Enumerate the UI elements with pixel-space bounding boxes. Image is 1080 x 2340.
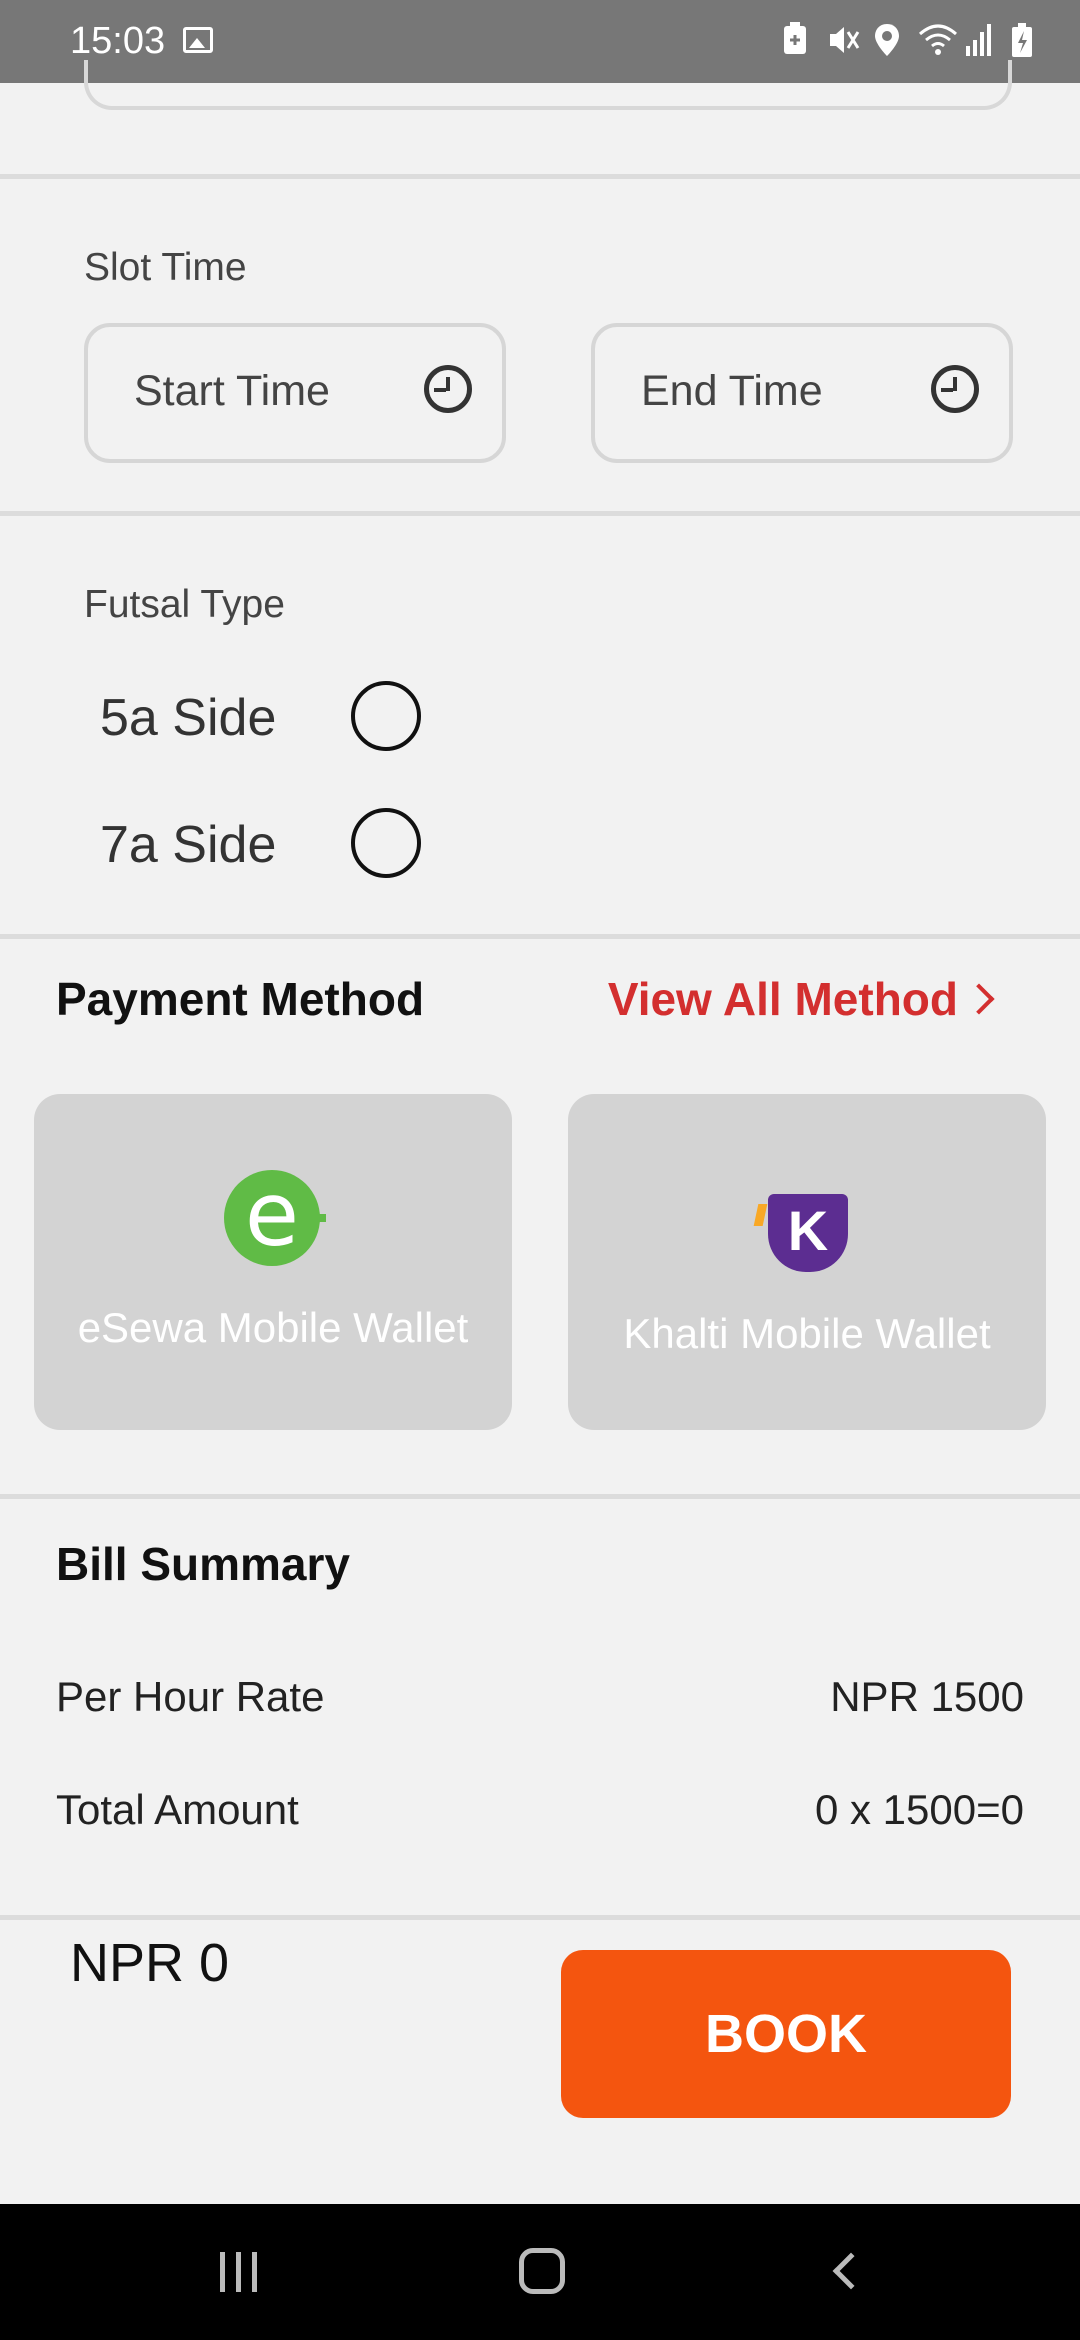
payment-method-title: Payment Method (56, 973, 425, 1025)
location-icon (872, 22, 902, 58)
wifi-icon (918, 22, 957, 58)
esewa-logo-icon: e (224, 1170, 326, 1266)
divider (0, 1915, 1080, 1920)
esewa-wallet-card[interactable]: e eSewa Mobile Wallet (34, 1094, 512, 1430)
clock-icon[interactable] (424, 365, 472, 413)
option-5a-side-radio[interactable] (351, 681, 421, 751)
total-price: NPR 0 (70, 1933, 230, 1993)
mute-icon (826, 22, 860, 58)
option-5a-side-label[interactable]: 5a Side (100, 688, 276, 748)
khalti-wallet-card[interactable]: K Khalti Mobile Wallet (568, 1094, 1046, 1430)
status-icons (780, 22, 1040, 58)
khalti-logo-icon: K (768, 1194, 848, 1272)
esewa-wallet-label: eSewa Mobile Wallet (77, 1304, 469, 1351)
khalti-accent-mark (753, 1204, 768, 1226)
system-nav-bar (0, 2204, 1080, 2340)
khalti-wallet-label: Khalti Mobile Wallet (623, 1310, 991, 1357)
clock-icon[interactable] (931, 365, 979, 413)
recents-icon[interactable] (218, 2252, 262, 2292)
start-time-placeholder: Start Time (134, 367, 330, 415)
end-time-placeholder: End Time (641, 367, 823, 415)
chevron-right-icon[interactable] (963, 983, 995, 1015)
divider (0, 934, 1080, 939)
status-time: 15:03 (70, 20, 166, 62)
divider (0, 174, 1080, 179)
bill-summary-title: Bill Summary (56, 1538, 350, 1590)
book-button[interactable]: BOOK (561, 1950, 1011, 2118)
per-hour-rate-value: NPR 1500 (830, 1673, 1024, 1720)
signal-icon (964, 22, 994, 58)
divider (0, 1494, 1080, 1499)
image-icon (183, 27, 213, 53)
home-icon[interactable] (519, 2248, 565, 2294)
back-icon[interactable] (832, 2252, 870, 2290)
futsal-type-label: Futsal Type (84, 583, 285, 626)
slot-time-label: Slot Time (84, 246, 247, 289)
option-7a-side-label[interactable]: 7a Side (100, 815, 276, 875)
per-hour-rate-label: Per Hour Rate (56, 1673, 325, 1720)
previous-field[interactable] (84, 60, 1012, 110)
start-time-field[interactable]: Start Time (84, 323, 506, 463)
view-all-method-link[interactable]: View All Method (608, 972, 958, 1026)
battery-charging-icon (1010, 22, 1040, 58)
divider (0, 511, 1080, 516)
end-time-field[interactable]: End Time (591, 323, 1013, 463)
option-7a-side-radio[interactable] (351, 808, 421, 878)
total-amount-value: 0 x 1500=0 (814, 1786, 1024, 1833)
total-amount-label: Total Amount (56, 1786, 299, 1833)
battery-saver-icon (780, 22, 810, 58)
